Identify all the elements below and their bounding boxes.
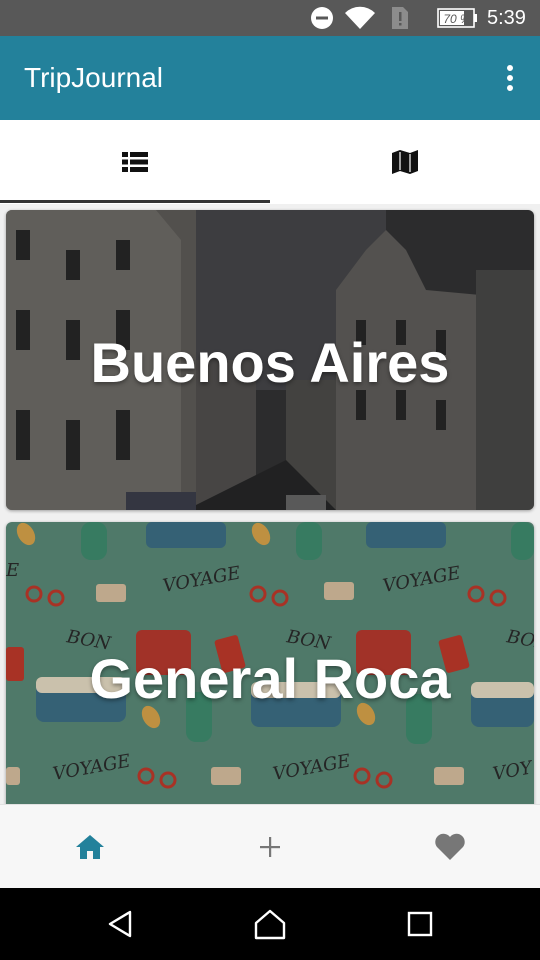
- trip-list[interactable]: Buenos Aires VOYAGE VOYAGE VOYAGE VOYAGE…: [0, 204, 540, 804]
- recent-apps-icon[interactable]: [380, 888, 460, 960]
- tab-indicator: [0, 200, 270, 203]
- trip-card[interactable]: Buenos Aires: [6, 210, 534, 510]
- app-title: TripJournal: [24, 62, 164, 93]
- trip-title: General Roca: [89, 647, 451, 710]
- status-clock: 5:39: [487, 6, 526, 29]
- heart-icon: [435, 833, 465, 860]
- no-sim-icon: [390, 0, 412, 36]
- list-view-icon: [122, 152, 148, 172]
- tab-map[interactable]: [270, 120, 540, 204]
- overflow-menu-icon[interactable]: [498, 62, 522, 94]
- back-icon[interactable]: [80, 888, 160, 960]
- trip-card[interactable]: VOYAGE VOYAGE VOYAGE VOYAGE VOY BON BON …: [6, 522, 534, 804]
- bottom-navigation: [0, 804, 540, 888]
- nav-home-button[interactable]: [0, 805, 180, 889]
- wifi-icon: [344, 0, 376, 36]
- battery-percent: 70 %: [443, 12, 471, 26]
- home-icon: [76, 835, 104, 859]
- status-bar: 70 % 5:39: [0, 0, 540, 36]
- system-navigation-bar: [0, 888, 540, 960]
- trip-title: Buenos Aires: [90, 331, 450, 394]
- plus-icon: [260, 837, 280, 857]
- nav-add-button[interactable]: [180, 805, 360, 889]
- map-icon: [392, 150, 418, 174]
- nav-favorites-button[interactable]: [360, 805, 540, 889]
- app-bar: TripJournal: [0, 36, 540, 120]
- battery-icon: 70 %: [436, 0, 478, 36]
- home-circle-icon[interactable]: [230, 888, 310, 960]
- tab-bar: [0, 120, 540, 204]
- do-not-disturb-icon: [310, 0, 334, 36]
- tab-list[interactable]: [0, 120, 270, 204]
